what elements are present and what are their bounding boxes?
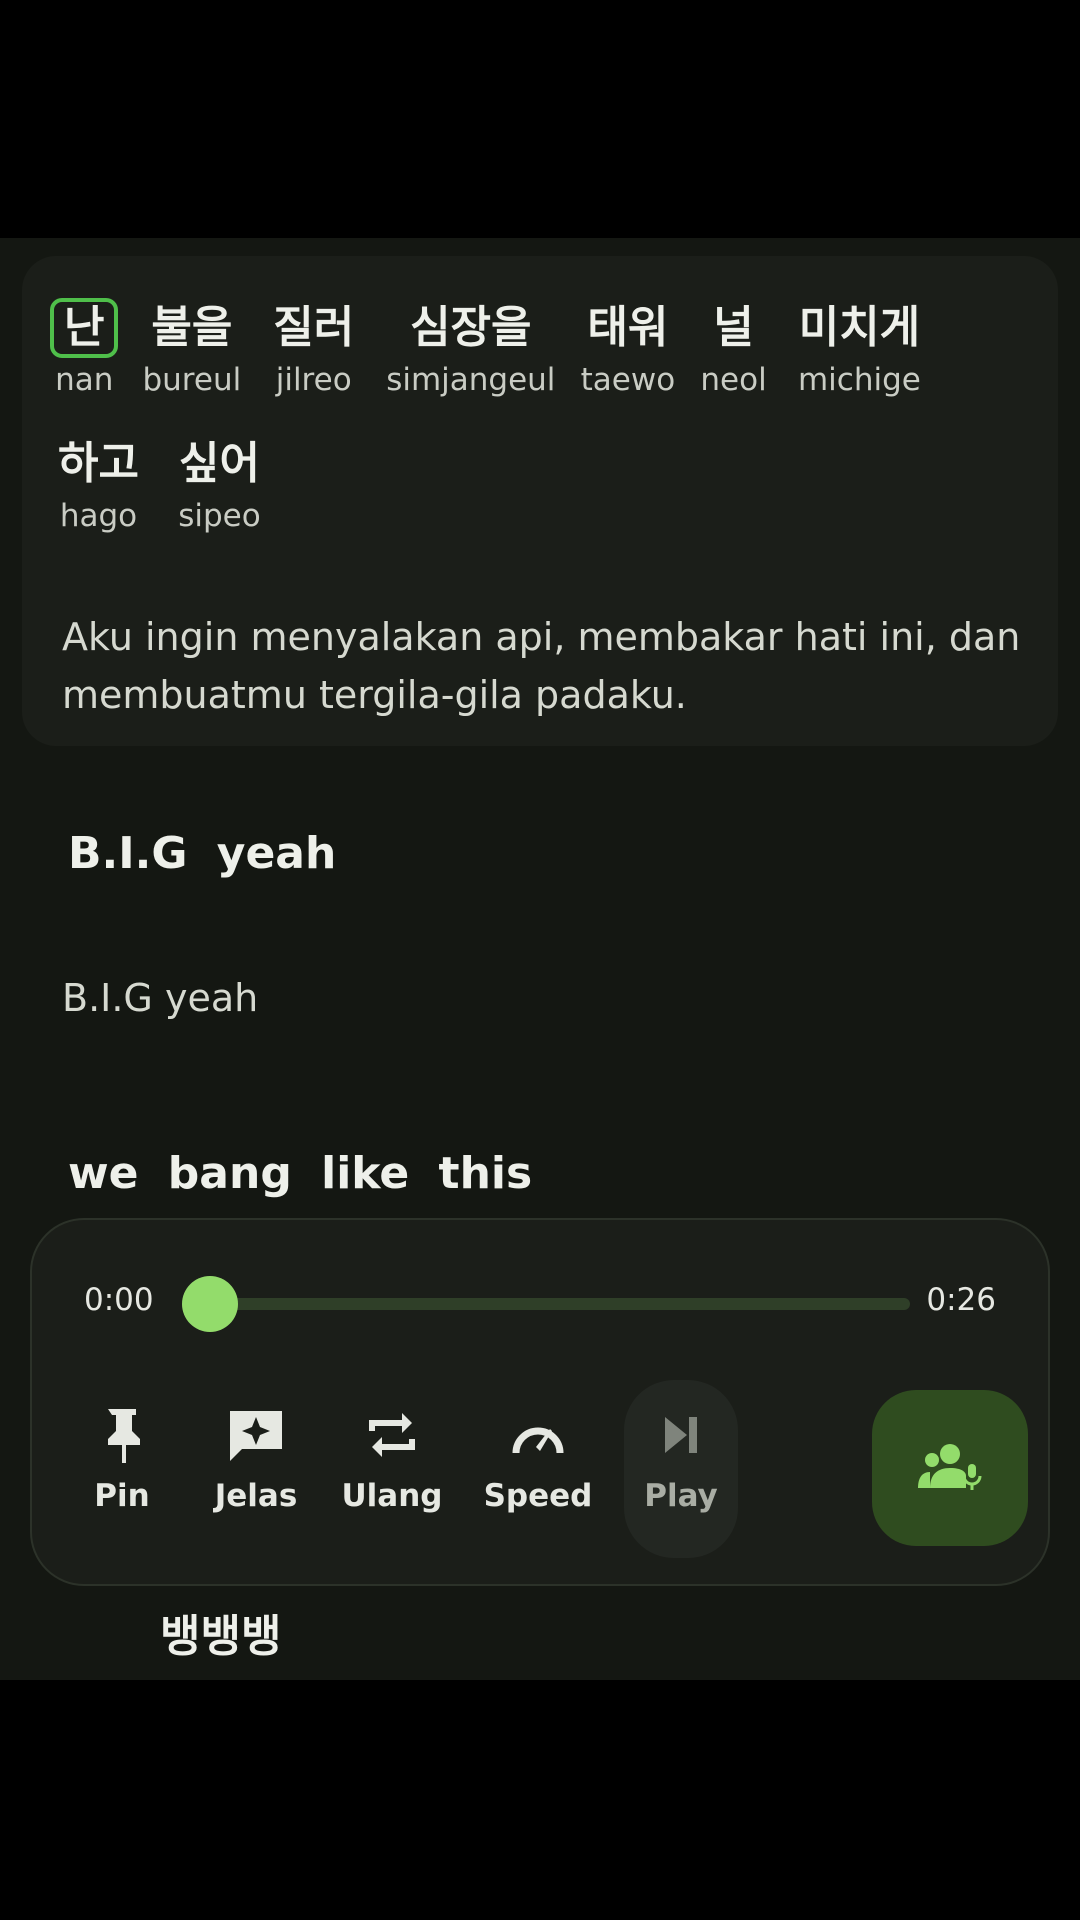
lyric-word[interactable]: 심장을 simjangeul bbox=[386, 298, 555, 400]
voice-users-icon bbox=[916, 1440, 984, 1496]
lyric-word[interactable]: 불을 bureul bbox=[142, 298, 241, 400]
status-bar-area bbox=[0, 0, 1080, 238]
repeat-button[interactable]: Ulang bbox=[332, 1400, 452, 1514]
play-pause-icon bbox=[646, 1400, 716, 1470]
lyric-word[interactable]: 태워 taewo bbox=[579, 298, 676, 400]
lyric-word-row: 난 nan 불을 bureul 질러 jilreo 심장을 simjangeul… bbox=[50, 298, 952, 400]
pin-label: Pin bbox=[94, 1478, 150, 1514]
play-button[interactable]: Play bbox=[621, 1400, 741, 1514]
lyric-word[interactable]: 난 nan bbox=[50, 298, 119, 400]
korean-word: 불을 bbox=[151, 302, 233, 353]
voice-chat-button[interactable] bbox=[872, 1390, 1028, 1546]
lyric-translation: Aku ingin menyalakan api, membakar hati … bbox=[62, 615, 1021, 717]
romanization: neol bbox=[700, 362, 767, 398]
korean-word: 난 bbox=[50, 298, 119, 358]
lyric-word[interactable]: 미치게 michige bbox=[791, 298, 928, 400]
audio-player-panel: 0:00 0:26 Pin Jelas Ulang Speed Play bbox=[30, 1218, 1050, 1586]
romanization: michige bbox=[797, 362, 921, 398]
repeat-label: Ulang bbox=[341, 1478, 443, 1514]
seek-thumb[interactable] bbox=[182, 1276, 238, 1332]
lyric-word[interactable]: 질러 jilreo bbox=[265, 298, 362, 400]
korean-word: 미치게 bbox=[798, 302, 921, 353]
play-label: Play bbox=[644, 1478, 718, 1514]
pin-button[interactable]: Pin bbox=[62, 1400, 182, 1514]
romanization: jilreo bbox=[275, 362, 352, 398]
lyric-line-original[interactable]: B.I.G yeah bbox=[68, 828, 336, 879]
romanization: taewo bbox=[580, 362, 676, 398]
lyrics-screen: 난 nan 불을 bureul 질러 jilreo 심장을 simjangeul… bbox=[0, 238, 1080, 1680]
korean-word: 심장을 bbox=[410, 302, 532, 353]
repeat-icon bbox=[357, 1400, 427, 1470]
romanization: sipeo bbox=[178, 498, 261, 534]
speedometer-icon bbox=[503, 1400, 573, 1470]
lyric-word[interactable]: 싶어 sipeo bbox=[171, 434, 268, 536]
korean-word: 싶어 bbox=[178, 438, 260, 489]
lyric-word[interactable]: 하고 hago bbox=[50, 434, 147, 536]
current-lyric-card[interactable]: 난 nan 불을 bureul 질러 jilreo 심장을 simjangeul… bbox=[22, 256, 1058, 746]
korean-word: 널 bbox=[713, 302, 754, 353]
romanization: hago bbox=[59, 498, 138, 534]
romanization: nan bbox=[55, 362, 114, 398]
explain-label: Jelas bbox=[214, 1478, 298, 1514]
pin-icon bbox=[87, 1400, 157, 1470]
korean-word: 태워 bbox=[587, 302, 669, 353]
lyric-word[interactable]: 널 neol bbox=[700, 298, 766, 400]
seek-bar[interactable] bbox=[210, 1298, 910, 1310]
speed-button[interactable]: Speed bbox=[478, 1400, 598, 1514]
lyric-word[interactable]: 뱅뱅뱅 bbox=[160, 1600, 281, 1664]
korean-word: 하고 bbox=[58, 438, 139, 489]
sparkle-chat-icon bbox=[221, 1400, 291, 1470]
lyric-word-row: 하고 hago 싶어 sipeo bbox=[50, 434, 292, 536]
speed-label: Speed bbox=[483, 1478, 593, 1514]
navigation-bar-area bbox=[0, 1680, 1080, 1920]
romanization: bureul bbox=[142, 362, 242, 398]
total-time: 0:26 bbox=[926, 1282, 996, 1318]
lyric-line-translation: B.I.G yeah bbox=[62, 976, 259, 1020]
korean-word: 질러 bbox=[273, 302, 355, 353]
explain-button[interactable]: Jelas bbox=[196, 1400, 316, 1514]
lyric-line-original[interactable]: we bang like this bbox=[68, 1148, 532, 1199]
elapsed-time: 0:00 bbox=[84, 1282, 154, 1318]
romanization: simjangeul bbox=[386, 362, 556, 398]
